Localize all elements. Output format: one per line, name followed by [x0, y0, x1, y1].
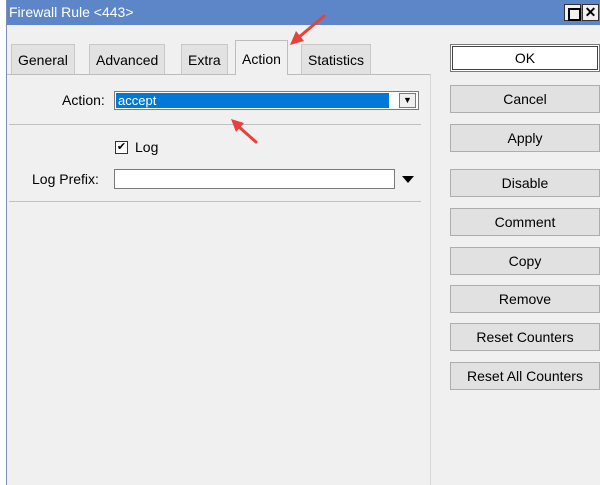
log-prefix-dropdown-icon[interactable]	[402, 176, 414, 183]
action-select-value: accept	[116, 93, 389, 108]
window-title: Firewall Rule <443>	[9, 4, 134, 20]
tab-advanced[interactable]: Advanced	[89, 44, 166, 74]
annotation-arrow-icon	[231, 119, 258, 144]
apply-button[interactable]: Apply	[450, 124, 600, 152]
tab-statistics[interactable]: Statistics	[301, 44, 372, 74]
action-label: Action:	[62, 92, 105, 108]
disable-button[interactable]: Disable	[450, 169, 600, 197]
log-prefix-input[interactable]	[114, 169, 395, 189]
reset-all-counters-button[interactable]: Reset All Counters	[450, 362, 600, 390]
log-label: Log	[135, 139, 159, 155]
action-tab-panel: Action: accept ▼ ✔ Log Log Prefix:	[7, 74, 431, 485]
ok-button[interactable]: OK	[450, 44, 600, 72]
action-select[interactable]: accept ▼	[114, 91, 419, 110]
tab-extra[interactable]: Extra	[181, 44, 228, 74]
close-button[interactable]: ✕	[582, 4, 599, 21]
comment-button[interactable]: Comment	[450, 208, 600, 236]
annotation-arrow-icon	[290, 14, 326, 45]
separator	[9, 201, 421, 202]
maximize-button[interactable]	[564, 4, 581, 21]
tab-general[interactable]: General	[11, 44, 75, 74]
tab-action[interactable]: Action	[235, 40, 288, 75]
cancel-button[interactable]: Cancel	[450, 85, 600, 113]
separator	[9, 124, 421, 125]
firewall-rule-window: Firewall Rule <443> ✕ General Advanced E…	[6, 0, 600, 485]
copy-button[interactable]: Copy	[450, 247, 600, 275]
log-prefix-label: Log Prefix:	[32, 171, 99, 187]
reset-counters-button[interactable]: Reset Counters	[450, 323, 600, 351]
dropdown-arrow-icon[interactable]: ▼	[399, 93, 416, 108]
remove-button[interactable]: Remove	[450, 285, 600, 313]
log-checkbox[interactable]: ✔	[115, 141, 128, 154]
